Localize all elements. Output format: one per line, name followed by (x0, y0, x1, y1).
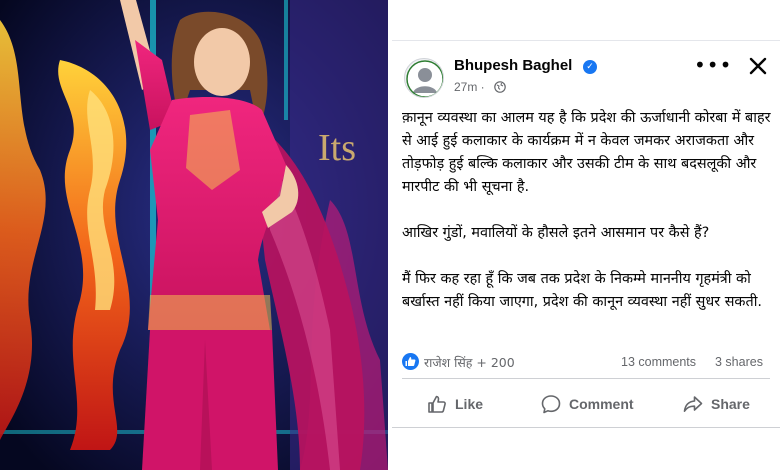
globe-icon (494, 81, 506, 93)
author-avatar[interactable] (404, 58, 444, 98)
comment-label: Comment (569, 396, 634, 412)
like-button[interactable]: Like (426, 388, 483, 420)
author-name[interactable]: Bhupesh Baghel (454, 57, 572, 74)
more-icon[interactable]: ••• (694, 54, 731, 80)
post-paragraph: आखिर गुंडों, मवालियों के हौसले इतने आसमा… (402, 225, 710, 241)
avatar-icon (406, 60, 443, 97)
comment-button[interactable]: Comment (540, 388, 634, 420)
facebook-post: Bhupesh Baghel ✓ 27m · ••• क़ानून व्यवस्… (392, 0, 780, 470)
like-label: Like (455, 396, 484, 412)
event-photo: Its (0, 0, 388, 470)
share-count[interactable]: 3 shares (715, 355, 763, 369)
header-strip (392, 0, 780, 40)
share-label: Share (711, 396, 750, 412)
post-body: क़ानून व्यवस्था का आलम यह है कि प्रदेश क… (402, 107, 774, 314)
comment-count[interactable]: 13 comments (621, 355, 696, 369)
post-timestamp[interactable]: 27m · (454, 80, 485, 94)
thumbs-up-icon (428, 395, 446, 413)
performer-photo-graphic: Its (0, 0, 388, 470)
post-paragraph: मैं फिर कह रहा हूँ कि जब तक प्रदेश के नि… (402, 271, 762, 310)
stats-divider (402, 378, 770, 379)
share-button[interactable]: Share (682, 388, 750, 420)
banner-text: Its (318, 127, 356, 169)
comment-icon (541, 395, 561, 414)
reaction-summary[interactable]: राजेश सिंह + 200 (424, 354, 515, 371)
post-paragraph: क़ानून व्यवस्था का आलम यह है कि प्रदेश क… (402, 110, 771, 195)
like-reaction-icon (402, 353, 419, 370)
actions-divider (392, 427, 780, 428)
verified-icon: ✓ (583, 60, 597, 74)
close-icon[interactable] (744, 52, 772, 80)
share-icon (683, 396, 703, 412)
header-divider (392, 40, 780, 41)
